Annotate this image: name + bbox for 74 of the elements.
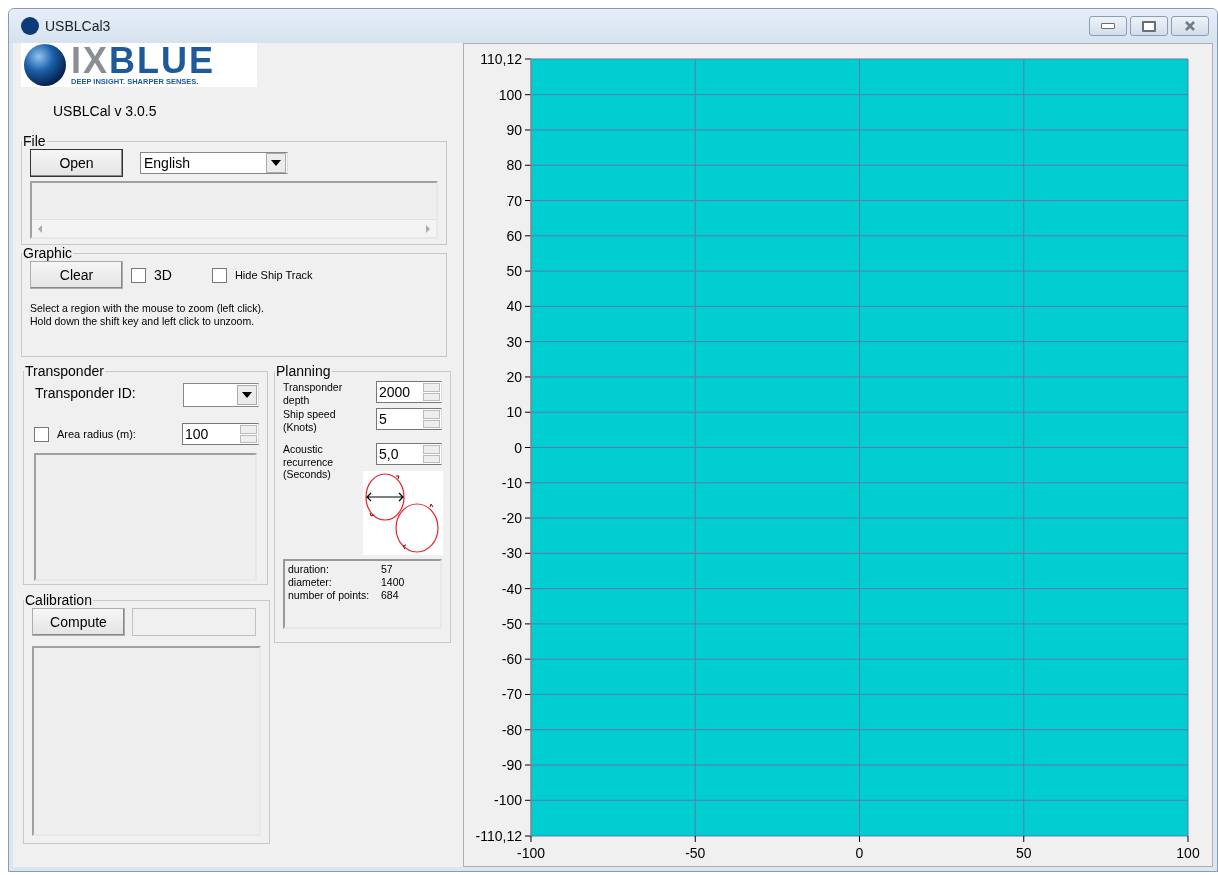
open-button[interactable]: Open xyxy=(30,149,123,177)
field-label: (Seconds) xyxy=(283,468,332,481)
result-name: number of points: xyxy=(288,588,371,602)
number-spinner[interactable]: 5,0 xyxy=(376,443,442,465)
x-tick-label: 0 xyxy=(855,845,864,861)
y-tick-label: 20 xyxy=(506,368,522,385)
result-name: diameter: xyxy=(288,575,333,589)
number-spinner[interactable]: 2000 xyxy=(376,381,442,403)
result-value: 57 xyxy=(381,562,393,576)
horizontal-scrollbar[interactable] xyxy=(32,219,436,237)
group-title: Planning xyxy=(275,363,332,379)
help-text: Hold down the shift key and left click to unzoom. xyxy=(30,315,256,328)
field-label: depth xyxy=(283,393,311,406)
y-tick-label: -100 xyxy=(493,792,522,809)
group-title: Calibration xyxy=(24,592,93,608)
y-tick-label: -40 xyxy=(501,580,522,597)
y-tick-label: -10 xyxy=(501,474,522,491)
y-tick-label: -80 xyxy=(501,721,522,738)
field-label: (Knots) xyxy=(283,420,318,433)
clear-button[interactable]: Clear xyxy=(30,261,123,289)
maximize-button[interactable] xyxy=(1130,16,1168,36)
y-tick-label: 60 xyxy=(506,227,522,244)
group-title: File xyxy=(22,133,47,149)
x-tick-label: 100 xyxy=(1176,845,1200,861)
logo-text: IXBLUE xyxy=(71,44,215,77)
result-value: 684 xyxy=(381,588,399,602)
y-tick-label: 10 xyxy=(506,404,522,421)
y-tick-label: 0 xyxy=(514,439,522,456)
checkbox-label: Hide Ship Track xyxy=(234,269,313,281)
app-icon xyxy=(21,17,39,35)
x-tick-label: -100 xyxy=(517,845,545,861)
version-label: USBLCal v 3.0.5 xyxy=(53,103,158,119)
group-title: Transponder xyxy=(24,363,105,379)
checkbox[interactable] xyxy=(34,426,49,442)
sphere-icon xyxy=(23,43,67,87)
area-radius-spinner[interactable]: 100 xyxy=(182,423,259,445)
checkbox[interactable] xyxy=(131,267,146,283)
y-tick-label: -50 xyxy=(501,615,522,632)
close-icon xyxy=(1184,21,1196,31)
y-tick-label: -70 xyxy=(501,686,522,703)
y-tick-label: 70 xyxy=(506,192,522,209)
close-button[interactable] xyxy=(1171,16,1209,36)
minimize-button[interactable] xyxy=(1089,16,1127,36)
area-radius-label: Area radius (m): xyxy=(57,428,136,440)
help-text: Select a region with the mouse to zoom (left click). xyxy=(30,302,265,315)
y-tick-label: -30 xyxy=(501,545,522,562)
y-tick-label: 100 xyxy=(498,86,522,103)
y-tick-label: 50 xyxy=(506,263,522,280)
result-value: 1400 xyxy=(381,575,405,589)
y-tick-label: 90 xyxy=(506,122,522,138)
y-tick-label: -60 xyxy=(501,651,522,668)
field-label: Ship speed xyxy=(283,408,336,421)
x-tick-label: 50 xyxy=(1015,845,1032,861)
window-title: USBLCal3 xyxy=(45,18,111,34)
x-tick-label: -50 xyxy=(685,845,706,861)
y-tick-label: -110,12 xyxy=(475,828,522,844)
checkbox-label: 3D xyxy=(154,267,172,283)
y-tick-label: -90 xyxy=(501,757,522,773)
y-tick-label: -20 xyxy=(501,510,522,527)
y-tick-label: 80 xyxy=(506,157,522,174)
y-tick-label: 110,12 xyxy=(480,51,522,67)
checkbox[interactable] xyxy=(211,267,227,283)
result-name: duration: xyxy=(288,562,330,576)
y-tick-label: 40 xyxy=(506,298,522,315)
y-tick-label: 30 xyxy=(506,333,522,350)
transponder-id-label: Transponder ID: xyxy=(35,385,136,401)
field-label: Acoustic xyxy=(283,443,324,456)
transponder-id-dropdown[interactable] xyxy=(183,383,259,407)
number-spinner[interactable]: 5 xyxy=(376,408,442,430)
field-label: Transponder xyxy=(283,381,343,394)
group-title: Graphic xyxy=(22,245,74,261)
language-dropdown[interactable]: English xyxy=(140,152,288,174)
field-label: recurrence xyxy=(283,455,334,468)
compute-button[interactable]: Compute xyxy=(32,608,125,636)
